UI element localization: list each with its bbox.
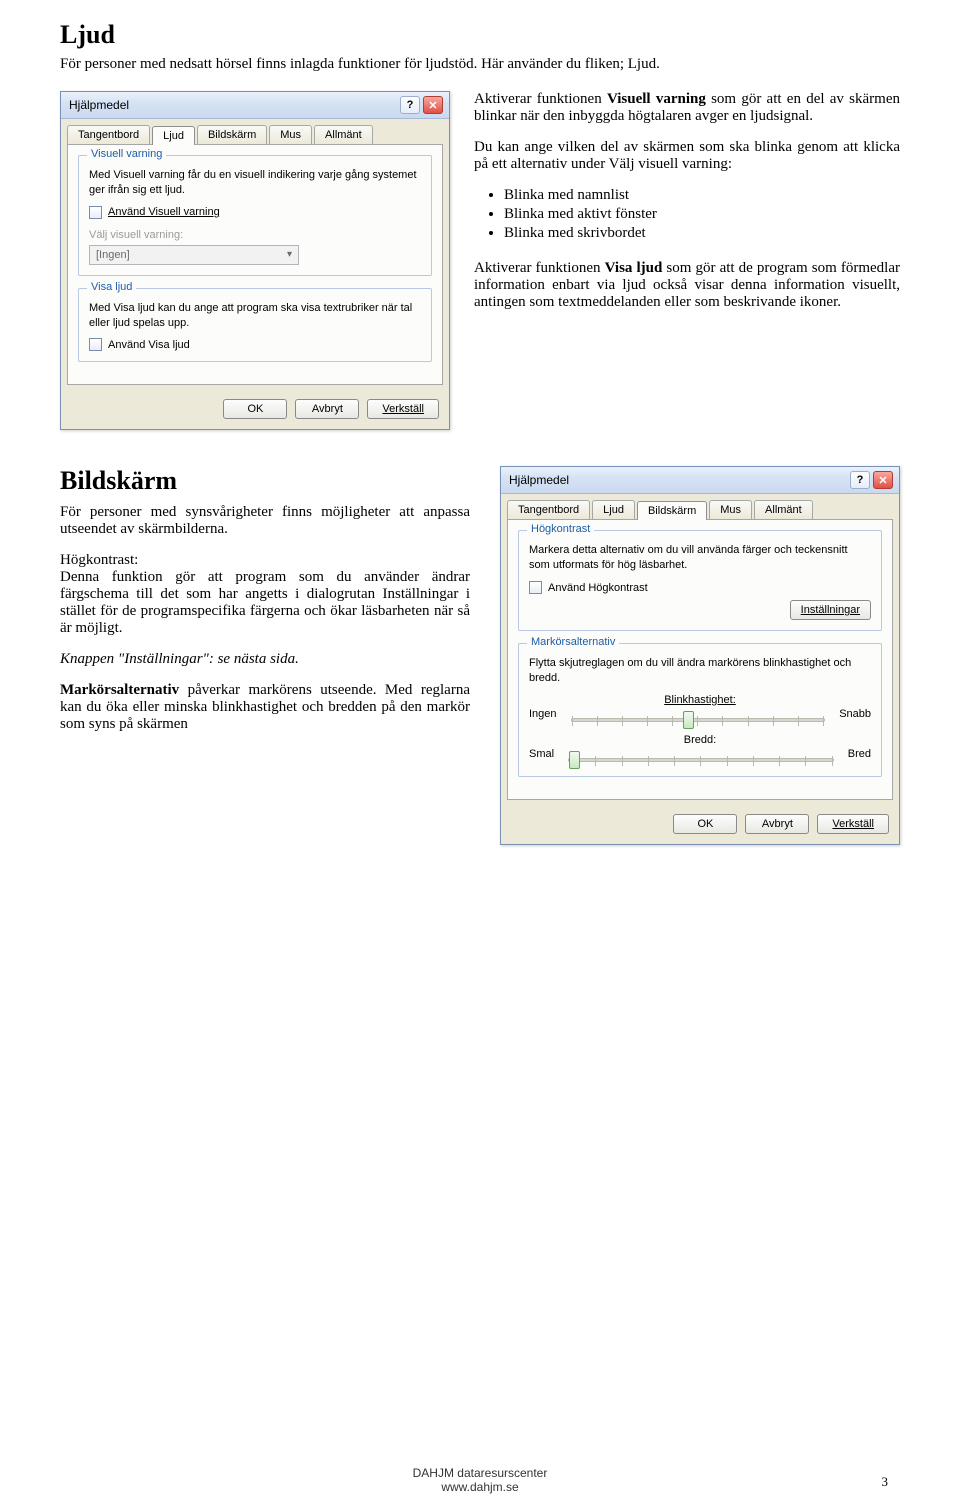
list-item: Blinka med namnlist bbox=[504, 187, 900, 204]
dialog-hjalpmedel-ljud: Hjälpmedel ? ✕ Tangentbord Ljud Bildskär… bbox=[60, 91, 450, 430]
dialog-hjalpmedel-bildskarm: Hjälpmedel ? ✕ Tangentbord Ljud Bildskär… bbox=[500, 466, 900, 844]
chevron-down-icon: ▾ bbox=[287, 249, 292, 261]
select-label: Välj visuell varning: bbox=[89, 229, 421, 241]
tab-tangentbord[interactable]: Tangentbord bbox=[67, 125, 150, 144]
group-visa-ljud: Visa ljud Med Visa ljud kan du ange att … bbox=[78, 288, 432, 363]
select-visuell-varning[interactable]: [Ingen] ▾ bbox=[89, 245, 299, 265]
titlebar[interactable]: Hjälpmedel ? ✕ bbox=[61, 92, 449, 119]
help-icon[interactable]: ? bbox=[850, 471, 870, 489]
tab-allmant[interactable]: Allmänt bbox=[754, 500, 813, 519]
checkbox-label: Använd Högkontrast bbox=[548, 582, 648, 594]
group-desc: Markera detta alternativ om du vill anvä… bbox=[529, 543, 871, 573]
heading-ljud: Ljud bbox=[60, 20, 900, 50]
list-item: Blinka med aktivt fönster bbox=[504, 206, 900, 223]
apply-button[interactable]: Verkställ bbox=[367, 399, 439, 419]
slider-thumb[interactable] bbox=[569, 751, 580, 769]
checkbox-visa-ljud[interactable]: Använd Visa ljud bbox=[89, 338, 421, 351]
slider-label: Bredd: bbox=[684, 734, 716, 746]
group-legend: Visa ljud bbox=[87, 281, 136, 293]
intro-text-ljud: För personer med nedsatt hörsel finns in… bbox=[60, 56, 900, 73]
ok-button[interactable]: OK bbox=[673, 814, 737, 834]
slider-track[interactable] bbox=[568, 758, 834, 762]
cancel-button[interactable]: Avbryt bbox=[745, 814, 809, 834]
settings-button[interactable]: Inställningar bbox=[790, 600, 871, 620]
group-desc: Flytta skjutreglagen om du vill ändra ma… bbox=[529, 656, 871, 686]
close-icon[interactable]: ✕ bbox=[873, 471, 893, 489]
group-desc: Med Visa ljud kan du ange att program sk… bbox=[89, 301, 421, 331]
checkbox-label: Använd Visuell varning bbox=[108, 206, 220, 218]
tab-ljud[interactable]: Ljud bbox=[152, 126, 195, 145]
apply-button[interactable]: Verkställ bbox=[817, 814, 889, 834]
page-number: 3 bbox=[882, 1474, 889, 1490]
heading-bildskarm: Bildskärm bbox=[60, 466, 470, 496]
para-installningar-note: Knappen "Inställningar": se nästa sida. bbox=[60, 651, 470, 668]
slider-min-label: Smal bbox=[529, 748, 554, 766]
group-markorsalternativ: Markörsalternativ Flytta skjutreglagen o… bbox=[518, 643, 882, 777]
tab-ljud[interactable]: Ljud bbox=[592, 500, 635, 519]
footer-line2: www.dahjm.se bbox=[0, 1480, 960, 1494]
group-legend: Visuell varning bbox=[87, 148, 166, 160]
slider-label: Blinkhastighet: bbox=[664, 694, 736, 706]
checkbox-icon[interactable] bbox=[529, 581, 542, 594]
window-title: Hjälpmedel bbox=[69, 98, 129, 112]
tab-mus[interactable]: Mus bbox=[269, 125, 312, 144]
close-icon[interactable]: ✕ bbox=[423, 96, 443, 114]
para-visa-ljud: Aktiverar funktionen Visa ljud som gör a… bbox=[474, 260, 900, 311]
slider-thumb[interactable] bbox=[683, 711, 694, 729]
tab-bildskarm[interactable]: Bildskärm bbox=[197, 125, 267, 144]
checkbox-hogkontrast[interactable]: Använd Högkontrast bbox=[529, 581, 871, 594]
window-title: Hjälpmedel bbox=[509, 473, 569, 487]
checkbox-visuell-varning[interactable]: Använd Visuell varning bbox=[89, 206, 421, 219]
tab-mus[interactable]: Mus bbox=[709, 500, 752, 519]
tab-tangentbord[interactable]: Tangentbord bbox=[507, 500, 590, 519]
para-bild-intro: För personer med synsvårigheter finns mö… bbox=[60, 504, 470, 538]
select-value: [Ingen] bbox=[96, 249, 130, 261]
tabs-row: Tangentbord Ljud Bildskärm Mus Allmänt bbox=[61, 119, 449, 144]
checkbox-icon[interactable] bbox=[89, 338, 102, 351]
titlebar[interactable]: Hjälpmedel ? ✕ bbox=[501, 467, 899, 494]
para-hogkontrast: Högkontrast: Denna funktion gör att prog… bbox=[60, 552, 470, 637]
slider-max-label: Snabb bbox=[839, 708, 871, 726]
checkbox-icon[interactable] bbox=[89, 206, 102, 219]
group-visuell-varning: Visuell varning Med Visuell varning får … bbox=[78, 155, 432, 276]
group-hogkontrast: Högkontrast Markera detta alternativ om … bbox=[518, 530, 882, 631]
para-valj-visuell: Du kan ange vilken del av skärmen som sk… bbox=[474, 139, 900, 173]
cancel-button[interactable]: Avbryt bbox=[295, 399, 359, 419]
tabs-row: Tangentbord Ljud Bildskärm Mus Allmänt bbox=[501, 494, 899, 519]
help-icon[interactable]: ? bbox=[400, 96, 420, 114]
ok-button[interactable]: OK bbox=[223, 399, 287, 419]
para-markorsalternativ: Markörsalternativ påverkar markörens uts… bbox=[60, 682, 470, 733]
footer: DAHJM dataresurscenter www.dahjm.se bbox=[0, 1466, 960, 1494]
slider-track[interactable] bbox=[571, 718, 826, 722]
group-legend: Markörsalternativ bbox=[527, 636, 619, 648]
group-legend: Högkontrast bbox=[527, 523, 594, 535]
group-desc: Med Visuell varning får du en visuell in… bbox=[89, 168, 421, 198]
bullet-list: Blinka med namnlist Blinka med aktivt fö… bbox=[504, 187, 900, 242]
list-item: Blinka med skrivbordet bbox=[504, 225, 900, 242]
slider-blinkhastighet: Blinkhastighet: Ingen Snabb bbox=[529, 694, 871, 726]
tab-bildskarm[interactable]: Bildskärm bbox=[637, 501, 707, 520]
checkbox-label: Använd Visa ljud bbox=[108, 339, 190, 351]
slider-max-label: Bred bbox=[848, 748, 871, 766]
tab-allmant[interactable]: Allmänt bbox=[314, 125, 373, 144]
slider-bredd: Bredd: Smal Bred bbox=[529, 734, 871, 766]
para-visuell-varning: Aktiverar funktionen Visuell varning som… bbox=[474, 91, 900, 125]
slider-min-label: Ingen bbox=[529, 708, 557, 726]
footer-line1: DAHJM dataresurscenter bbox=[0, 1466, 960, 1480]
